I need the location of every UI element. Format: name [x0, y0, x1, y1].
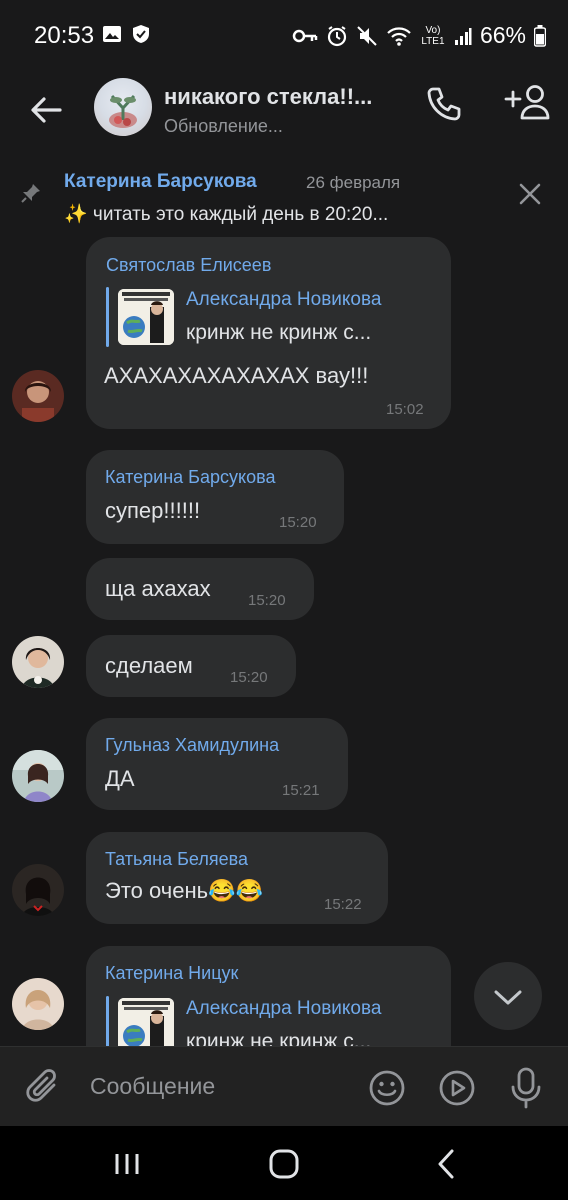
status-bar: 20:53 Vo) LTE1 66%: [0, 0, 568, 70]
pinned-date: 26 февраля: [306, 173, 401, 192]
message-text: АХАХАХАХАХАХАХ вау!!!: [104, 363, 369, 388]
close-icon[interactable]: [518, 182, 542, 206]
message-sender[interactable]: Святослав Елисеев: [106, 255, 271, 276]
message-time: 15:22: [324, 896, 362, 913]
status-right-icons: Vo) LTE1 66%: [292, 22, 546, 49]
pinned-message[interactable]: Катерина Барсукова 26 февраля ✨ читать э…: [0, 160, 568, 238]
status-left-icons: [102, 24, 150, 44]
reply-quote-bar: [106, 287, 109, 347]
emoji-icon[interactable]: [368, 1069, 406, 1107]
recent-apps-icon[interactable]: [112, 1150, 142, 1178]
pin-icon: [21, 184, 40, 203]
video-message-icon[interactable]: [438, 1069, 476, 1107]
system-nav-bar: [0, 1126, 568, 1200]
message-sender[interactable]: Катерина Ницук: [105, 963, 238, 984]
attach-icon[interactable]: [26, 1067, 62, 1107]
reply-quote-author: Александра Новикова: [186, 289, 382, 310]
chat-avatar[interactable]: [94, 78, 152, 136]
reply-quote-bar: [106, 996, 109, 1046]
reply-quote-thumbnail: [118, 289, 174, 345]
gallery-icon: [103, 26, 121, 42]
nav-back-icon[interactable]: [434, 1148, 458, 1180]
message-sender[interactable]: Гульназ Хамидулина: [105, 735, 279, 756]
message-bubble-5[interactable]: Гульназ Хамидулина ДА 15:21: [86, 718, 348, 810]
message-bubble-2[interactable]: Катерина Барсукова супер!!!!!! 15:20: [86, 450, 344, 544]
wifi-icon: [387, 26, 411, 46]
alarm-icon: [327, 25, 347, 46]
avatar-sender-4[interactable]: [12, 864, 64, 916]
message-sender[interactable]: Татьяна Беляева: [105, 849, 248, 870]
message-input[interactable]: Сообщение: [90, 1073, 215, 1100]
message-text: ща ахахах: [105, 576, 211, 601]
shield-icon: [133, 25, 149, 43]
message-bubble-3[interactable]: ща ахахах 15:20: [86, 558, 314, 620]
reply-quote-text: кринж не кринж с...: [186, 321, 372, 344]
home-icon[interactable]: [268, 1148, 300, 1180]
signal-icon: [454, 27, 472, 45]
message-bubble-6[interactable]: Татьяна Беляева Это очень😂😂 15:22: [86, 832, 388, 924]
pinned-text: ✨ читать это каждый день в 20:20...: [64, 204, 389, 225]
message-text: супер!!!!!!: [105, 498, 201, 523]
key-icon: [292, 29, 318, 42]
reply-quote-thumbnail: [118, 998, 174, 1046]
chat-title[interactable]: никакого стекла!!...: [164, 84, 372, 110]
microphone-icon[interactable]: [510, 1067, 542, 1109]
back-arrow-icon[interactable]: [26, 90, 66, 130]
add-member-icon[interactable]: [504, 82, 550, 122]
message-bubble-7[interactable]: Катерина Ницук Александра Новикова кринж…: [86, 946, 451, 1046]
message-sender[interactable]: Катерина Барсукова: [105, 467, 275, 488]
reply-quote-author: Александра Новикова: [186, 998, 382, 1019]
reply-quote-text: кринж не кринж с...: [186, 1030, 372, 1046]
network-label: Vo) LTE1: [421, 24, 445, 47]
message-text: сделаем: [105, 653, 193, 678]
avatar-sender-1[interactable]: [12, 370, 64, 422]
message-time: 15:02: [386, 401, 424, 418]
scroll-down-button[interactable]: [474, 962, 542, 1030]
battery-icon: [534, 24, 546, 47]
message-text: Это очень😂😂: [105, 878, 263, 903]
message-time: 15:20: [230, 669, 268, 686]
message-time: 15:21: [282, 782, 320, 799]
message-bubble-1[interactable]: Святослав Елисеев Александра Новикова кр…: [86, 237, 451, 429]
avatar-sender-2[interactable]: [12, 636, 64, 688]
mute-icon: [357, 25, 377, 46]
pinned-author: Катерина Барсукова: [64, 171, 257, 192]
chat-header: никакого стекла!!... Обновление...: [0, 70, 568, 156]
chevron-down-icon: [494, 990, 522, 1005]
message-time: 15:20: [248, 592, 286, 609]
message-time: 15:20: [279, 514, 317, 531]
phone-icon[interactable]: [424, 84, 464, 124]
chat-status: Обновление...: [164, 116, 283, 136]
battery-percent: 66%: [479, 22, 526, 48]
avatar-sender-3[interactable]: [12, 750, 64, 802]
message-text: ДА: [105, 766, 135, 791]
status-time: 20:53: [34, 22, 95, 49]
message-composer: Сообщение: [0, 1046, 568, 1126]
message-bubble-4[interactable]: сделаем 15:20: [86, 635, 296, 697]
